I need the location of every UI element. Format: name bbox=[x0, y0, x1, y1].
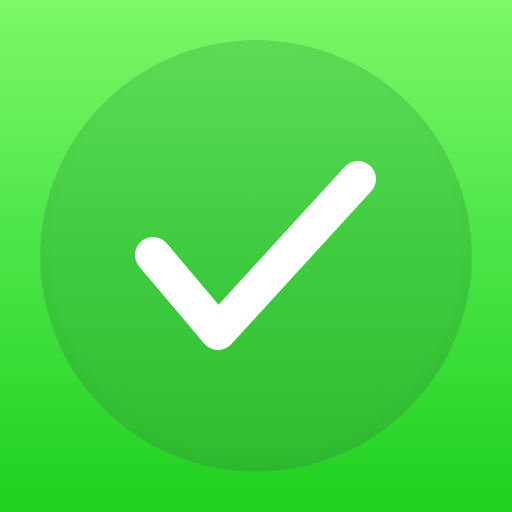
checkmark-icon bbox=[135, 161, 376, 350]
app-icon-tile bbox=[0, 0, 512, 512]
